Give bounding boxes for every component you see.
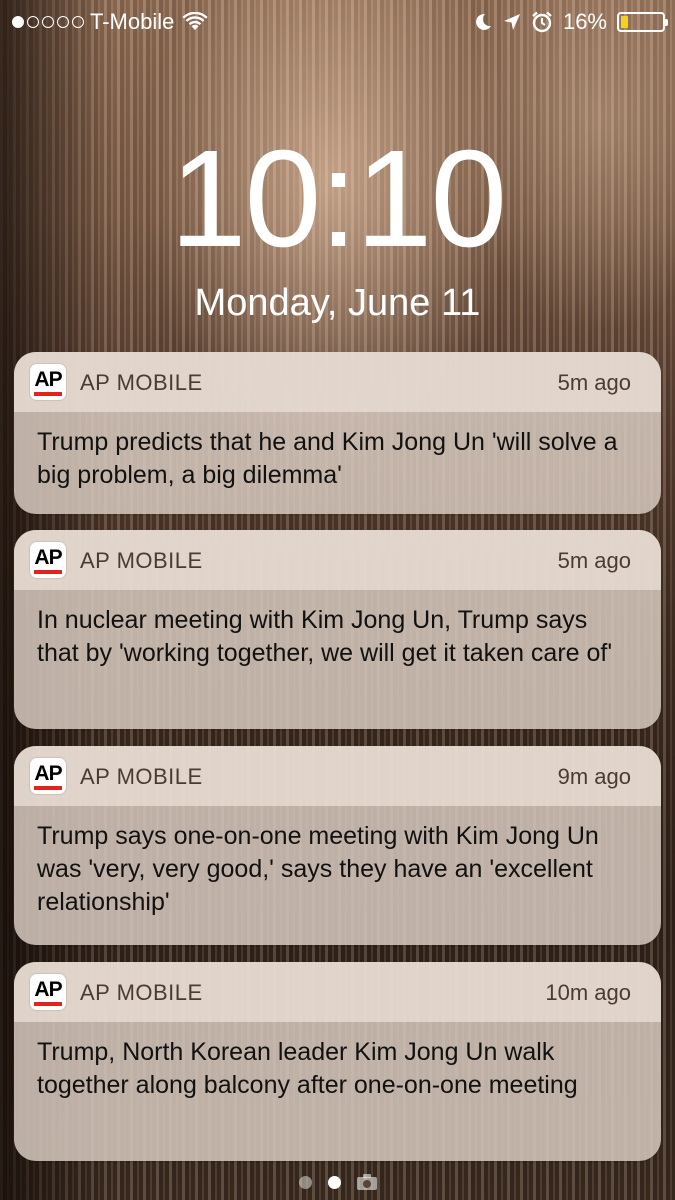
signal-dot (27, 16, 39, 28)
notification-time: 10m ago (545, 980, 631, 1005)
status-bar: T-Mobile 16% (0, 0, 675, 44)
lockscreen-time: 10:10 (169, 122, 507, 276)
moon-icon (476, 13, 491, 30)
battery-level (621, 16, 629, 28)
battery-percent: 16% (562, 9, 607, 34)
ap-logo-icon: AP (30, 758, 66, 794)
notification-app-name: AP MOBILE (80, 370, 203, 395)
notification-text: Trump predicts that he and Kim Jong Un '… (37, 428, 618, 489)
notification-card[interactable]: AP AP MOBILE 10m ago Trump, North Korean… (14, 962, 661, 1161)
notification-app-name: AP MOBILE (80, 548, 203, 573)
notification-text: Trump, North Korean leader Kim Jong Un w… (37, 1038, 578, 1099)
notification-app-name: AP MOBILE (80, 764, 203, 789)
notification-header: AP AP MOBILE 5m ago (14, 530, 661, 590)
camera-icon[interactable] (356, 1174, 377, 1190)
location-arrow-icon (503, 14, 520, 30)
notification-time: 5m ago (557, 548, 631, 573)
notification-card[interactable]: AP AP MOBILE 5m ago Trump predicts that … (14, 352, 661, 514)
ap-logo-icon: AP (30, 542, 66, 578)
signal-dot (42, 16, 54, 28)
signal-dot (72, 16, 84, 28)
page-indicator[interactable] (0, 1172, 675, 1192)
page-dot-active[interactable] (327, 1175, 341, 1189)
notification-time: 5m ago (557, 370, 631, 395)
ap-logo-icon: AP (30, 974, 66, 1010)
ap-logo-icon: AP (30, 364, 66, 400)
lockscreen-date: Monday, June 11 (194, 282, 481, 324)
alarm-icon (532, 11, 552, 33)
signal-strength (12, 16, 84, 28)
notification-time: 9m ago (557, 764, 631, 789)
carrier-name: T-Mobile (90, 9, 175, 34)
wifi-icon (182, 12, 208, 30)
notification-header: AP AP MOBILE 10m ago (14, 962, 661, 1022)
battery-icon (617, 12, 668, 32)
signal-dot (57, 16, 69, 28)
notification-text: In nuclear meeting with Kim Jong Un, Tru… (37, 606, 613, 667)
notification-header: AP AP MOBILE 5m ago (14, 352, 661, 412)
notification-header: AP AP MOBILE 9m ago (14, 746, 661, 806)
notification-card[interactable]: AP AP MOBILE 9m ago Trump says one-on-on… (14, 746, 661, 945)
page-dot[interactable] (298, 1175, 312, 1189)
signal-dot (12, 16, 24, 28)
notification-app-name: AP MOBILE (80, 980, 203, 1005)
notification-text: Trump says one-on-one meeting with Kim J… (37, 822, 599, 916)
notification-card[interactable]: AP AP MOBILE 5m ago In nuclear meeting w… (14, 530, 661, 729)
